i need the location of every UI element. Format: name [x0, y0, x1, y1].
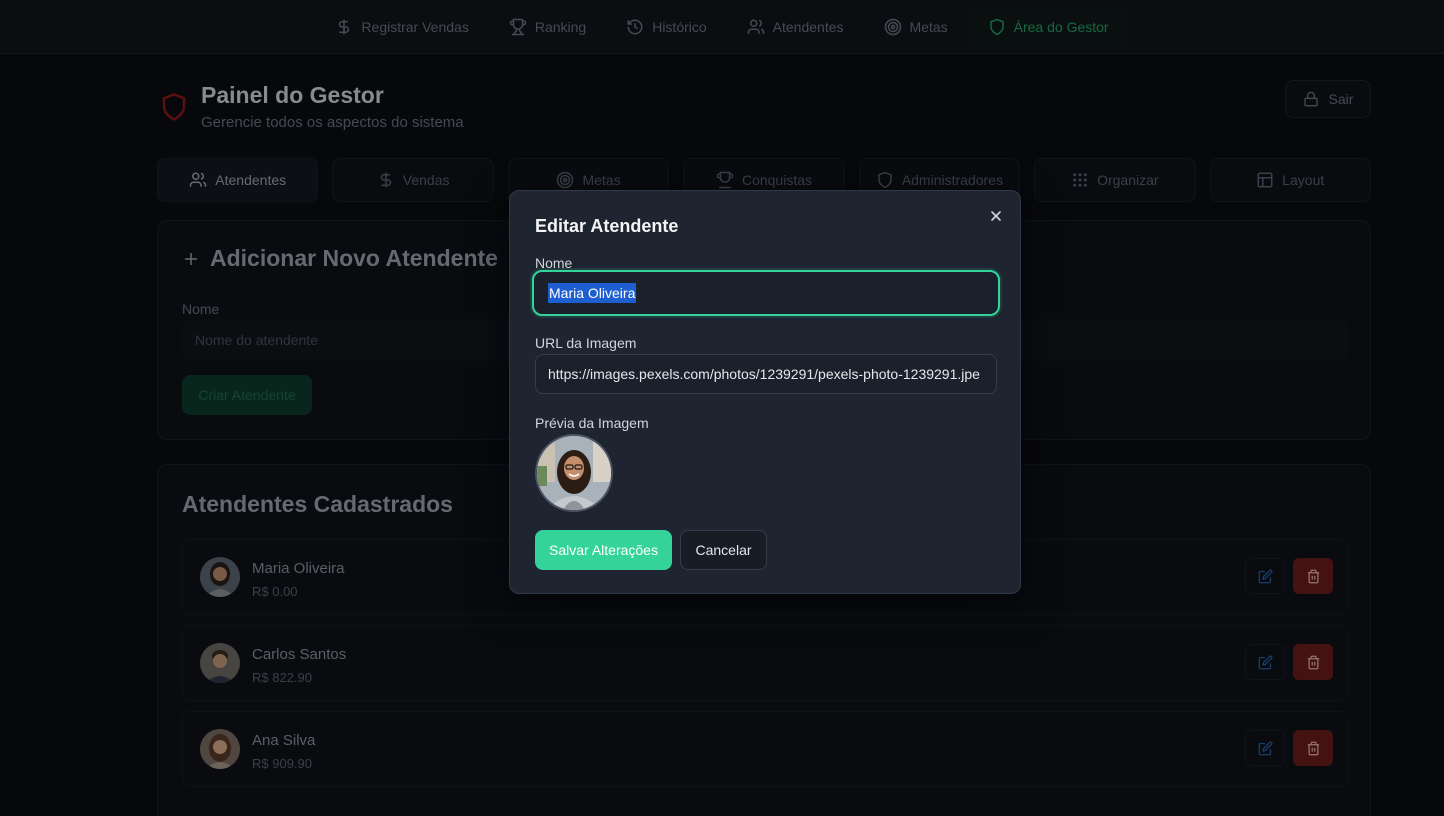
image-url-field[interactable]: https://images.pexels.com/photos/1239291… [535, 354, 997, 394]
preview-label: Prévia da Imagem [535, 415, 649, 431]
image-preview [535, 434, 613, 512]
name-label: Nome [535, 255, 573, 271]
dialog-title: Editar Atendente [535, 216, 679, 236]
save-changes-button[interactable]: Salvar Alterações [535, 530, 672, 570]
name-field[interactable]: Maria Oliveira [532, 270, 1000, 316]
close-icon[interactable] [988, 208, 1004, 224]
url-label: URL da Imagem [535, 335, 637, 351]
name-value: Maria Oliveira [548, 283, 637, 303]
cancel-button[interactable]: Cancelar [680, 530, 767, 570]
edit-attendant-dialog: Editar Atendente Nome Maria Oliveira URL… [509, 190, 1021, 594]
